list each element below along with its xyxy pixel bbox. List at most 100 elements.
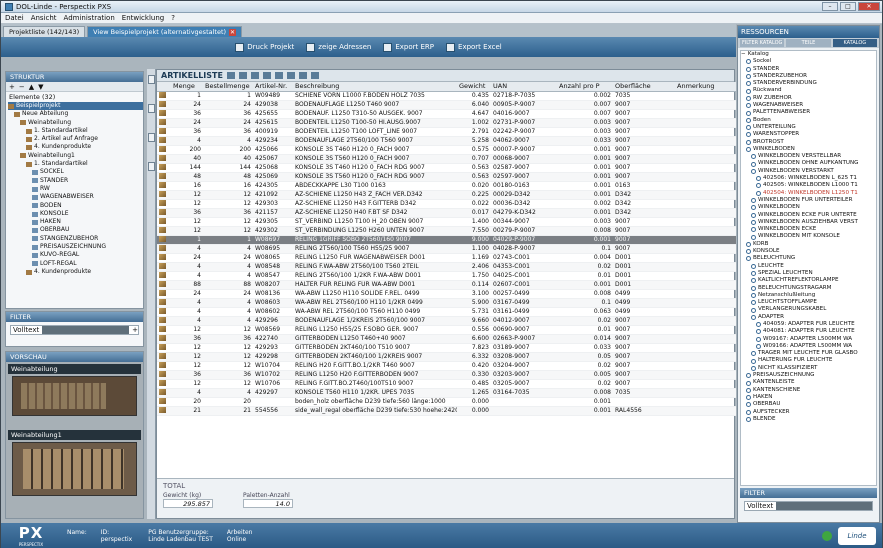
minimize-button[interactable]: –	[822, 2, 838, 11]
table-row[interactable]: 12 12 429305 ST_VERBIND L1250 T100 H_20 OBE…	[157, 217, 736, 227]
catalog-item[interactable]: BROTROST	[741, 139, 876, 146]
column-header[interactable]: Oberfläche	[613, 82, 675, 92]
menu-entwicklung[interactable]: Entwicklung	[122, 14, 164, 22]
note-cell[interactable]	[675, 226, 736, 236]
note-cell[interactable]	[675, 370, 736, 380]
catalog-item[interactable]: HAKEN	[741, 394, 876, 401]
table-row[interactable]: 1 1 W08697 RELING 1GRIFF SOBO 2T560/160 900…	[157, 235, 736, 245]
up-icon[interactable]: ▲	[29, 83, 34, 91]
structure-node[interactable]: LOFT-REGAL	[8, 260, 143, 268]
down-icon[interactable]: ▼	[38, 83, 43, 91]
note-cell[interactable]	[675, 307, 736, 317]
structure-node[interactable]: BODEN	[8, 202, 143, 210]
note-cell[interactable]	[675, 199, 736, 209]
tab-teile[interactable]: TEILE	[786, 39, 831, 47]
note-cell[interactable]	[675, 406, 736, 416]
structure-node[interactable]: KUVO-REGAL	[8, 251, 143, 259]
filter-add-icon[interactable]: +	[132, 326, 138, 334]
search-icon[interactable]	[250, 72, 259, 79]
table-row[interactable]: 16 16 424305 ABDECKKAPPE L30 T100 0163 0.020…	[157, 181, 736, 191]
close-tab-icon[interactable]: ✕	[229, 28, 237, 36]
catalog-item[interactable]: WINKELBODEN VERSTÄRKT	[741, 168, 876, 175]
catalog-item[interactable]: STÄNDER	[741, 66, 876, 73]
list-icon[interactable]	[147, 104, 155, 113]
catalog-item[interactable]: BELEUCHTUNG	[741, 255, 876, 262]
structure-node[interactable]: 1. Standardartikel	[8, 127, 143, 135]
menu-administration[interactable]: Administration	[64, 14, 115, 22]
column-header[interactable]: Anmerkung	[675, 82, 736, 92]
note-cell[interactable]	[675, 343, 736, 353]
table-row[interactable]: 12 12 W10706 RELING F.GITT.BO.2T460/100T510…	[157, 379, 736, 389]
note-cell[interactable]	[675, 208, 736, 218]
catalog-item[interactable]: UNTERTEILUNG	[741, 124, 876, 131]
menu-help[interactable]: ?	[171, 14, 175, 22]
structure-node[interactable]: 1. Standardartikel	[8, 160, 143, 168]
catalog-item[interactable]: WINKELBODEN ECKE FÜR UNTERTE	[741, 212, 876, 219]
catalog-item[interactable]: BLENDE	[741, 416, 876, 423]
structure-node[interactable]: STANGENZUBEHÖR	[8, 235, 143, 243]
table-row[interactable]: 200 200 425066 KONSOLE 3S T460 H120 0_FACH …	[157, 145, 736, 155]
catalog-item[interactable]: NICHT KLASSIFIZIERT	[741, 365, 876, 372]
table-row[interactable]: 1 1 W09489 SCHIENE VORN L1000 F.BODEN HOLZ …	[157, 91, 736, 101]
note-cell[interactable]	[675, 388, 736, 398]
catalog-item[interactable]: 402506: WINKELBODEN L_625 T1	[741, 175, 876, 182]
add-icon[interactable]: +	[9, 83, 15, 91]
note-cell[interactable]	[675, 397, 736, 407]
catalog-item[interactable]: Boden	[741, 117, 876, 124]
edit-icon[interactable]	[274, 72, 283, 79]
table-row[interactable]: 12 12 W08569 RELING L1250 H55/25 F.SOBO GER…	[157, 325, 736, 335]
column-header[interactable]: Menge	[171, 82, 203, 92]
catalog-item[interactable]: Rückwand	[741, 87, 876, 94]
table-row[interactable]: 24 24 W08136 WA-ABW L1250 H110 SOLIDE F.REL…	[157, 289, 736, 299]
catalog-item[interactable]: LEUCHTSTOFFLAMPE	[741, 299, 876, 306]
note-cell[interactable]	[675, 352, 736, 362]
document-icon[interactable]	[147, 133, 155, 142]
list-tool-icon[interactable]	[238, 72, 247, 79]
note-cell[interactable]	[675, 217, 736, 227]
catalog-item[interactable]: WINKELBODEN AUSZIEHBAR VERST	[741, 219, 876, 226]
catalog-item[interactable]: BELEUCHTUNGSTRAGARM	[741, 285, 876, 292]
info-icon[interactable]	[147, 75, 155, 84]
catalog-item[interactable]: LEUCHTE	[741, 263, 876, 270]
catalog-item[interactable]: PALETTENABWEISER	[741, 109, 876, 116]
table-row[interactable]: 4 4 W08548 RELING F.WA-ABW 2T560/100 T560 2…	[157, 262, 736, 272]
catalog-item[interactable]: RW ZUBEHÖR	[741, 95, 876, 102]
catalog-item[interactable]: WINKELBODEN FÜR UNTERTEILER	[741, 197, 876, 204]
table-row[interactable]: 36 36 425655 BODENAUF. L1250 T310-50 AUSGEK…	[157, 109, 736, 119]
note-cell[interactable]	[675, 280, 736, 290]
note-cell[interactable]	[675, 172, 736, 182]
table-row[interactable]: 21 21 554556 side_wall_regal oberfläche D23…	[157, 406, 736, 416]
table-row[interactable]: 20 20 boden_holz oberfläche D239 tiefe:560…	[157, 397, 736, 407]
list-tool-icon[interactable]	[226, 72, 235, 79]
note-cell[interactable]	[675, 235, 736, 245]
table-row[interactable]: 12 12 421092 AZ-SCHIENE L1250 H43 Z_FACH VE…	[157, 190, 736, 200]
note-cell[interactable]	[675, 316, 736, 326]
catalog-item[interactable]: WINKELBODEN MIT KONSOLE	[741, 233, 876, 240]
page-icon[interactable]	[147, 162, 155, 171]
note-cell[interactable]	[675, 109, 736, 119]
catalog-item[interactable]: STÄNDERZUBEHÖR	[741, 73, 876, 80]
note-cell[interactable]	[675, 379, 736, 389]
column-header[interactable]: Gewicht	[457, 82, 491, 92]
catalog-item[interactable]: 402505: WINKELBODEN L1000 T1	[741, 182, 876, 189]
table-row[interactable]: 24 24 425615 BODENTEIL L1250 T100-50 HI.AUS…	[157, 118, 736, 128]
note-cell[interactable]	[675, 118, 736, 128]
table-row[interactable]: 4 4 429234 BODENAUFLAGE 2T560/100 T560 9007…	[157, 136, 736, 146]
tab-projektliste[interactable]: Projektliste (142/143)	[3, 26, 86, 37]
structure-node[interactable]: Weinabteilung	[8, 119, 143, 127]
catalog-item[interactable]: TRÄGER MIT LEUCHTE FÜR GLASBO	[741, 350, 876, 357]
table-row[interactable]: 88 88 W08207 HALTER FÜR RELING FÜR WA-ABW D…	[157, 280, 736, 290]
menu-datei[interactable]: Datei	[5, 14, 24, 22]
resources-filter-field[interactable]	[776, 502, 872, 510]
catalog-item[interactable]: Sockel	[741, 58, 876, 65]
filter-input[interactable]: Volltext +	[10, 325, 139, 335]
copy-icon[interactable]	[262, 72, 271, 79]
structure-node[interactable]: PREISAUSZEICHNUNG	[8, 243, 143, 251]
tab-beispielprojekt[interactable]: View Beispielprojekt (alternativgestalte…	[87, 26, 243, 37]
catalog-item[interactable]: W09167: ADAPTER L500MM WA	[741, 336, 876, 343]
table-row[interactable]: 4 4 W08603 WA-ABW REL 2T560/100 H110 1/2KR …	[157, 298, 736, 308]
collapse-icon[interactable]: −	[741, 51, 746, 58]
note-cell[interactable]	[675, 262, 736, 272]
structure-node[interactable]: Neue Abteilung	[8, 110, 143, 118]
catalog-item[interactable]: KALTLICHTREFLEKTORLAMPE	[741, 277, 876, 284]
